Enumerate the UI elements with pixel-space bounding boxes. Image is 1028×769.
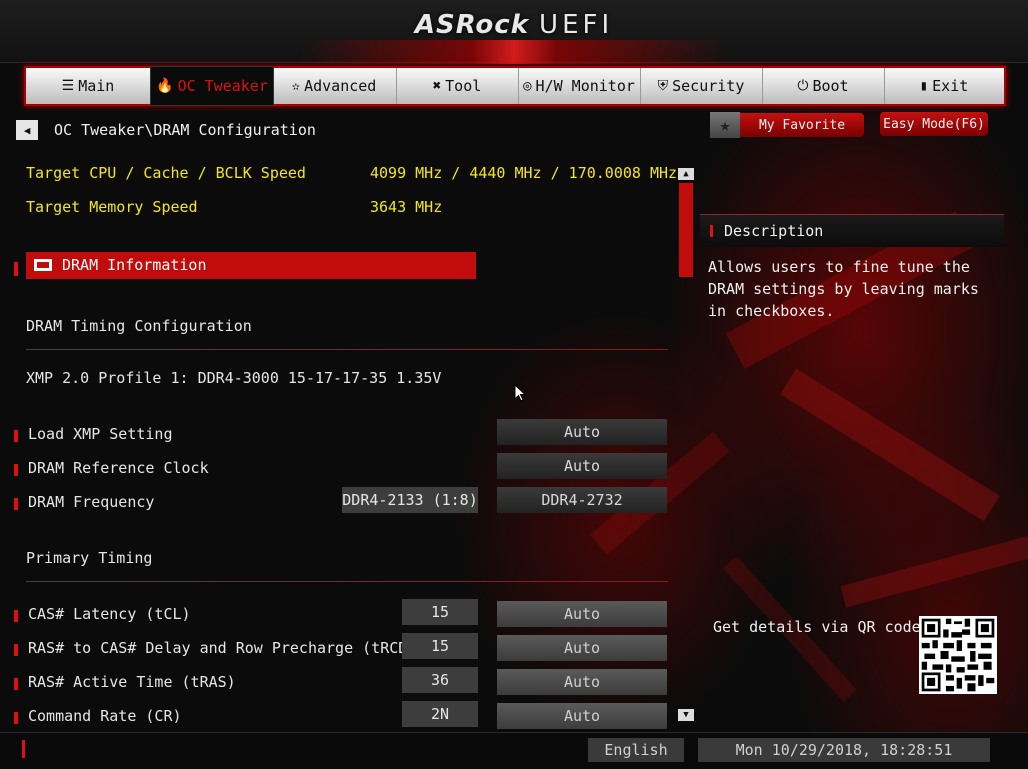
dram-frequency-label: DRAM Frequency bbox=[28, 493, 155, 511]
scrollbar-thumb[interactable] bbox=[679, 183, 693, 277]
section-header: Primary Timing bbox=[0, 545, 680, 573]
xmp-profile-text: XMP 2.0 Profile 1: DDR4-3000 15-17-17-35… bbox=[26, 369, 442, 387]
dram-frequency-dropdown[interactable]: DDR4-2732 bbox=[497, 487, 667, 513]
row-marker bbox=[14, 678, 18, 690]
load-xmp-label: Load XMP Setting bbox=[28, 425, 173, 443]
timing-current-value: 15 bbox=[402, 633, 478, 659]
row-marker bbox=[14, 610, 18, 622]
breadcrumb-path: OC Tweaker\DRAM Configuration bbox=[54, 121, 316, 139]
brand-logo: ASRock UEFI bbox=[0, 10, 1028, 40]
tab-security[interactable]: ⛨ Security bbox=[640, 68, 763, 104]
dram-ref-clock-dropdown[interactable]: Auto bbox=[497, 453, 667, 479]
back-arrow-icon: ◀ bbox=[23, 123, 31, 137]
tab-label: Security bbox=[672, 77, 745, 95]
power-icon: ⏻ bbox=[797, 78, 809, 94]
section-header: DRAM Timing Configuration bbox=[0, 313, 680, 341]
arrow-down-icon: ▼ bbox=[683, 710, 689, 720]
section-title: Primary Timing bbox=[26, 549, 153, 567]
tab-label: OC Tweaker bbox=[177, 77, 268, 95]
dram-ref-clock-label: DRAM Reference Clock bbox=[28, 459, 209, 477]
qr-code-image bbox=[919, 616, 997, 694]
easy-mode-button[interactable]: Easy Mode(F6) bbox=[880, 112, 988, 136]
shield-icon: ⛨ bbox=[657, 78, 669, 94]
tab-exit[interactable]: ▮ Exit bbox=[884, 68, 1004, 104]
divider bbox=[26, 349, 668, 350]
row-marker bbox=[14, 644, 18, 656]
timing-current-value: 36 bbox=[402, 667, 478, 693]
my-favorite-label: My Favorite bbox=[740, 113, 864, 137]
dram-information-label: DRAM Information bbox=[62, 256, 207, 274]
dram-information-item[interactable]: DRAM Information bbox=[26, 252, 476, 279]
xmp-profile-row: XMP 2.0 Profile 1: DDR4-3000 15-17-17-35… bbox=[0, 365, 680, 393]
header-accent bbox=[300, 40, 728, 64]
row-marker bbox=[710, 225, 713, 237]
tab-boot[interactable]: ⏻ Boot bbox=[762, 68, 885, 104]
datetime-display: Mon 10/29/2018, 18:28:51 bbox=[698, 738, 990, 762]
monitor-icon: ◎ bbox=[523, 78, 532, 94]
timing-label: Command Rate (CR) bbox=[28, 707, 182, 725]
tab-label: Advanced bbox=[304, 77, 377, 95]
timing-label: RAS# to CAS# Delay and Row Precharge (tR… bbox=[28, 639, 444, 657]
timing-input[interactable]: Auto bbox=[497, 635, 667, 661]
mouse-cursor-icon bbox=[514, 384, 526, 402]
description-text: Allows users to fine tune the DRAM setti… bbox=[708, 258, 979, 320]
list-icon: ☰ bbox=[61, 78, 75, 94]
description-header: Description bbox=[700, 214, 1004, 247]
cpu-speed-label: Target CPU / Cache / BCLK Speed bbox=[26, 164, 306, 182]
row-marker bbox=[14, 464, 18, 476]
timing-label: RAS# Active Time (tRAS) bbox=[28, 673, 236, 691]
memory-chip-icon bbox=[34, 259, 52, 271]
tab-hw-monitor[interactable]: ◎ H/W Monitor bbox=[518, 68, 641, 104]
star-icon: ★ bbox=[710, 112, 740, 138]
main-nav: ☰ Main 🔥 OC Tweaker ✫ Advanced ✖ Tool ◎ … bbox=[24, 66, 1006, 106]
back-button[interactable]: ◀ bbox=[16, 120, 38, 140]
memory-speed-value: 3643 MHz bbox=[370, 198, 443, 216]
tab-main[interactable]: ☰ Main bbox=[26, 68, 151, 104]
row-marker bbox=[14, 262, 18, 276]
tab-label: Boot bbox=[812, 77, 849, 95]
load-xmp-dropdown[interactable]: Auto bbox=[497, 419, 667, 445]
description-title: Description bbox=[724, 222, 824, 240]
timing-label: CAS# Latency (tCL) bbox=[28, 605, 191, 623]
product-name: UEFI bbox=[539, 10, 614, 40]
row-marker bbox=[14, 712, 18, 724]
memory-speed-label: Target Memory Speed bbox=[26, 198, 198, 216]
cpu-speed-value: 4099 MHz / 4440 MHz / 170.0008 MHz bbox=[370, 164, 678, 182]
flame-icon: 🔥 bbox=[156, 78, 174, 94]
timing-current-value: 15 bbox=[402, 599, 478, 625]
tab-label: H/W Monitor bbox=[535, 77, 635, 95]
header: ASRock UEFI bbox=[0, 0, 1028, 64]
dram-frequency-current: DDR4-2133 (1:8) bbox=[342, 487, 478, 513]
tab-advanced[interactable]: ✫ Advanced bbox=[272, 68, 397, 104]
my-favorite-button[interactable]: ★ My Favorite bbox=[710, 112, 864, 138]
memory-speed-row: Target Memory Speed 3643 MHz bbox=[0, 194, 680, 222]
language-selector[interactable]: English bbox=[588, 738, 684, 762]
tab-oc-tweaker[interactable]: 🔥 OC Tweaker bbox=[150, 66, 274, 106]
scroll-down-button[interactable]: ▼ bbox=[678, 709, 694, 721]
qr-label: Get details via QR code bbox=[713, 618, 921, 636]
tab-label: Tool bbox=[445, 77, 482, 95]
row-marker bbox=[14, 430, 18, 442]
footer-marker bbox=[22, 740, 25, 758]
tools-icon: ✖ bbox=[432, 78, 442, 94]
exit-icon: ▮ bbox=[919, 78, 929, 94]
tab-label: Exit bbox=[932, 77, 969, 95]
brand-name: ASRock bbox=[414, 10, 529, 40]
divider bbox=[26, 581, 668, 582]
star-icon: ✫ bbox=[291, 78, 301, 94]
tab-label: Main bbox=[78, 77, 115, 95]
section-title: DRAM Timing Configuration bbox=[26, 317, 252, 335]
timing-input[interactable]: Auto bbox=[497, 703, 667, 729]
timing-input[interactable]: Auto bbox=[497, 601, 667, 627]
breadcrumb: ◀ OC Tweaker\DRAM Configuration bbox=[16, 119, 316, 141]
tab-tool[interactable]: ✖ Tool bbox=[396, 68, 519, 104]
row-marker bbox=[14, 498, 18, 510]
scroll-up-button[interactable]: ▲ bbox=[678, 168, 694, 180]
cpu-speed-row: Target CPU / Cache / BCLK Speed 4099 MHz… bbox=[0, 160, 680, 188]
timing-input[interactable]: Auto bbox=[497, 669, 667, 695]
arrow-up-icon: ▲ bbox=[683, 169, 689, 179]
timing-current-value: 2N bbox=[402, 701, 478, 727]
